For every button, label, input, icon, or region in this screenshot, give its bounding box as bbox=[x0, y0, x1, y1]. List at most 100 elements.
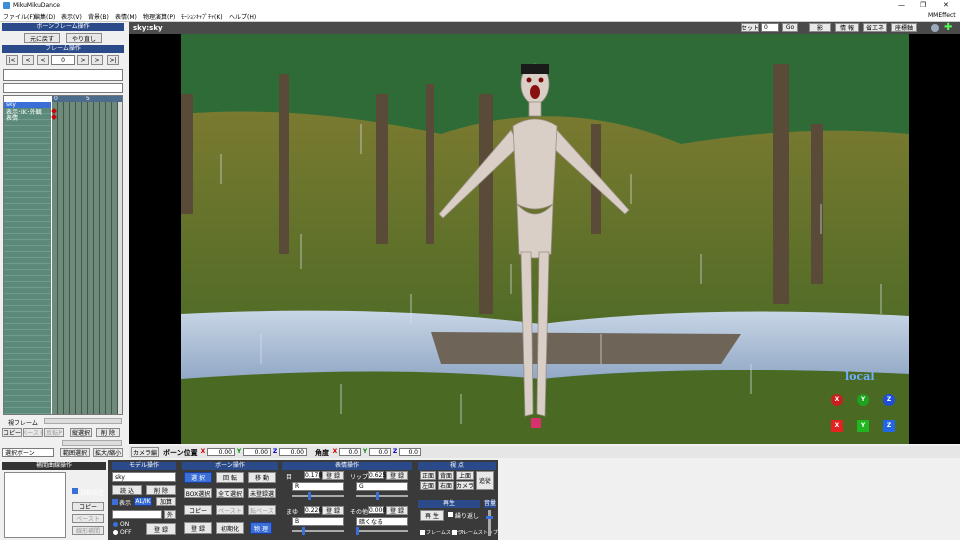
prev-key-button[interactable]: < bbox=[22, 55, 34, 65]
menu-mmeffect[interactable]: MMEffect bbox=[928, 12, 956, 19]
unregistered-select-button[interactable]: 未登録選 bbox=[248, 488, 276, 498]
lip-slider[interactable] bbox=[356, 492, 408, 500]
follow-button[interactable]: 追従 bbox=[476, 471, 494, 490]
minimize-button[interactable]: — bbox=[898, 1, 905, 9]
brow-register-button[interactable]: 登 録 bbox=[322, 506, 344, 515]
other-slider[interactable] bbox=[356, 527, 408, 535]
al-ik-button[interactable]: AL/IK bbox=[134, 497, 152, 506]
eye-morph-select[interactable]: R bbox=[292, 482, 344, 491]
rot-y-value[interactable]: 0.0 bbox=[369, 448, 391, 456]
frame-number-input[interactable]: 0 bbox=[51, 55, 75, 65]
viewport[interactable]: sky:sky セット 0 Go 影 情 報 省エネ 座標軸 ✚ local X… bbox=[129, 22, 960, 444]
bone-move-button[interactable]: 移 動 bbox=[248, 472, 276, 483]
go-button[interactable]: Go bbox=[782, 23, 798, 32]
other-value[interactable]: 0.000 bbox=[368, 506, 386, 514]
other-morph-select[interactable]: 暗くなる bbox=[356, 517, 408, 526]
frame-stop-checkbox[interactable] bbox=[452, 530, 457, 535]
volume-slider[interactable] bbox=[486, 510, 493, 536]
bone-rotate-button[interactable]: 回 転 bbox=[216, 472, 244, 483]
outside-select[interactable] bbox=[112, 510, 162, 519]
move-z-icon[interactable]: Z bbox=[883, 420, 895, 432]
shadow-button[interactable]: 影 bbox=[809, 23, 831, 32]
next-frame-button[interactable]: > bbox=[77, 55, 89, 65]
brow-slider[interactable] bbox=[292, 527, 344, 535]
lip-register-button[interactable]: 登 録 bbox=[386, 471, 408, 480]
rotate-x-icon[interactable]: X bbox=[831, 394, 843, 406]
last-frame-button[interactable]: >| bbox=[107, 55, 119, 65]
slider-thumb[interactable] bbox=[486, 516, 493, 519]
next-key-button[interactable]: > bbox=[91, 55, 103, 65]
bone-init-button[interactable]: 初期化 bbox=[216, 522, 244, 534]
menu-background[interactable]: 背景(B) bbox=[88, 12, 109, 21]
linear-button[interactable]: 線形補間 bbox=[72, 526, 104, 535]
camera-view-button[interactable]: カメラ bbox=[456, 481, 474, 490]
menu-help[interactable]: ヘルプ(H) bbox=[229, 12, 256, 21]
slider-thumb[interactable] bbox=[376, 492, 379, 500]
delete-frame-button[interactable]: 削 除 bbox=[96, 428, 120, 437]
paste-button[interactable]: ペースト bbox=[23, 428, 43, 437]
load-model-button[interactable]: 読 込 bbox=[112, 485, 142, 495]
set-value-input[interactable]: 0 bbox=[761, 23, 779, 32]
camera-edit-tab[interactable]: カメラ編 bbox=[131, 447, 159, 457]
menu-file[interactable]: ファイル(F) bbox=[3, 12, 35, 21]
bone-register-button[interactable]: 登 録 bbox=[184, 522, 212, 534]
play-button[interactable]: 再 生 bbox=[420, 510, 444, 521]
interp-paste-button[interactable]: ペースト bbox=[72, 514, 104, 523]
other-register-button[interactable]: 登 録 bbox=[386, 506, 408, 515]
slider-thumb[interactable] bbox=[308, 492, 311, 500]
timeline[interactable]: 0 5 sky 表示･IK･外観 表情 bbox=[3, 95, 123, 415]
slider-thumb[interactable] bbox=[302, 527, 305, 535]
select-all-button[interactable]: 全て選択 bbox=[216, 488, 244, 498]
add-icon[interactable]: ✚ bbox=[944, 23, 952, 33]
off-radio[interactable] bbox=[113, 530, 118, 535]
outside-button[interactable]: 外 bbox=[164, 510, 176, 519]
auto-checkbox[interactable] bbox=[72, 488, 78, 494]
copy-button[interactable]: コピー bbox=[2, 428, 22, 437]
range-slider[interactable] bbox=[62, 440, 122, 446]
bone-select-dropdown[interactable]: 選択ボーン bbox=[2, 448, 54, 457]
timeline-hscroll[interactable] bbox=[44, 418, 122, 424]
light-icon[interactable] bbox=[931, 24, 939, 32]
pos-x-value[interactable]: 0.00 bbox=[207, 448, 235, 456]
column-select-button[interactable]: 縦選択 bbox=[70, 428, 92, 437]
bone-select-button[interactable]: 選 択 bbox=[184, 472, 212, 483]
brow-value[interactable]: 0.226 bbox=[304, 506, 322, 514]
left-view-button[interactable]: 左面 bbox=[420, 481, 436, 490]
rot-x-value[interactable]: 0.0 bbox=[339, 448, 361, 456]
first-frame-button[interactable]: |< bbox=[6, 55, 18, 65]
model-register-button[interactable]: 登 録 bbox=[146, 523, 176, 535]
eye-slider[interactable] bbox=[292, 492, 344, 500]
info-button[interactable]: 情 報 bbox=[835, 23, 859, 32]
back-view-button[interactable]: 背面 bbox=[438, 471, 454, 480]
menu-motion-capture[interactable]: ﾓｰｼｮﾝｷｬﾌﾟﾁｬ(K) bbox=[181, 12, 223, 21]
bone-copy-button[interactable]: コピー bbox=[184, 505, 212, 515]
set-button[interactable]: セット bbox=[741, 23, 759, 32]
on-radio[interactable] bbox=[113, 522, 118, 527]
show-checkbox[interactable] bbox=[112, 499, 118, 505]
slider-thumb[interactable] bbox=[356, 527, 359, 535]
box-select-button[interactable]: BOX選択 bbox=[184, 488, 212, 498]
eye-register-button[interactable]: 登 録 bbox=[322, 471, 344, 480]
prev-frame-button[interactable]: < bbox=[37, 55, 49, 65]
move-x-icon[interactable]: X bbox=[831, 420, 843, 432]
interp-curve-area[interactable] bbox=[4, 472, 66, 538]
interp-copy-button[interactable]: コピー bbox=[72, 502, 104, 511]
undo-button[interactable]: 元に戻す bbox=[24, 33, 60, 43]
menu-morph[interactable]: 表情(M) bbox=[115, 12, 137, 21]
repeat-checkbox[interactable] bbox=[448, 512, 453, 517]
energy-save-button[interactable]: 省エネ bbox=[863, 23, 887, 32]
add-button[interactable]: 加算 bbox=[156, 497, 176, 506]
close-button[interactable]: ✕ bbox=[943, 1, 949, 9]
menu-edit[interactable]: 編集(D) bbox=[34, 12, 55, 21]
maximize-button[interactable]: ❐ bbox=[920, 1, 926, 9]
bone-reverse-paste-button[interactable]: 反転ペースト bbox=[248, 505, 276, 515]
bone-paste-button[interactable]: ペースト bbox=[216, 505, 244, 515]
delete-model-button[interactable]: 削 除 bbox=[146, 485, 176, 495]
lip-morph-select[interactable]: G bbox=[356, 482, 408, 491]
rot-z-value[interactable]: 0.0 bbox=[399, 448, 421, 456]
brow-morph-select[interactable]: B bbox=[292, 517, 344, 526]
pos-y-value[interactable]: 0.00 bbox=[243, 448, 271, 456]
eye-value[interactable]: 0.178 bbox=[304, 471, 322, 479]
model-select[interactable]: sky bbox=[112, 472, 176, 482]
lip-value[interactable]: 0.625 bbox=[368, 471, 386, 479]
